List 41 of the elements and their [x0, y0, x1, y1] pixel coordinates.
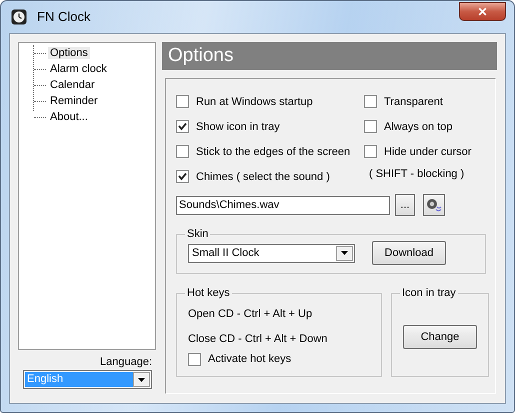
window-title: FN Clock — [37, 9, 92, 24]
close-button[interactable]: ✕ — [459, 2, 506, 21]
download-button[interactable]: Download — [372, 241, 446, 265]
checkbox[interactable] — [188, 352, 201, 366]
option-label: Stick to the edges of the screen — [196, 146, 350, 158]
language-label: Language: — [100, 356, 152, 368]
checkbox[interactable] — [176, 95, 189, 108]
checkbox[interactable] — [364, 95, 377, 108]
sound-file-field[interactable]: Sounds\Chimes.wav — [176, 196, 390, 214]
speaker-icon — [426, 197, 442, 213]
tree-item[interactable]: Reminder — [48, 95, 100, 107]
browse-button[interactable]: ... — [395, 194, 415, 216]
checkbox[interactable] — [364, 145, 377, 158]
tree-item[interactable]: Options — [48, 47, 90, 59]
checkbox[interactable] — [176, 170, 189, 183]
checkbox[interactable] — [176, 120, 189, 133]
group-title: Hot keys — [186, 287, 231, 299]
skin-dropdown[interactable]: Small II Clock — [188, 244, 355, 262]
option-label: Hide under cursor — [384, 146, 472, 158]
hotkey-text: Close CD - Ctrl + Alt + Down — [188, 332, 328, 347]
option-label: Run at Windows startup — [196, 96, 313, 108]
clock-icon — [11, 8, 27, 24]
caret-icon — [341, 251, 348, 255]
section-header: Options — [162, 42, 497, 70]
option-label: Transparent — [384, 96, 443, 108]
option-label: Activate hot keys — [208, 353, 292, 365]
option-label: Always on top — [384, 120, 452, 132]
play-sound-button[interactable] — [423, 194, 445, 216]
hint-text: ( SHIFT - blocking ) — [369, 168, 466, 180]
tree-item[interactable]: Alarm clock — [48, 63, 109, 75]
checkbox[interactable] — [364, 120, 377, 133]
hotkey-text: Open CD - Ctrl + Alt + Up — [188, 307, 314, 322]
tree-item[interactable]: Calendar — [48, 79, 97, 91]
option-label: Show icon in tray — [196, 120, 280, 132]
caret-icon — [138, 378, 145, 382]
change-button[interactable]: Change — [403, 325, 477, 349]
option-label: Chimes ( select the sound ) — [196, 170, 330, 182]
checkbox[interactable] — [176, 145, 189, 158]
group-title: Skin — [186, 228, 210, 240]
group-title: Icon in tray — [401, 287, 457, 299]
tree-item[interactable]: About... — [48, 111, 90, 123]
